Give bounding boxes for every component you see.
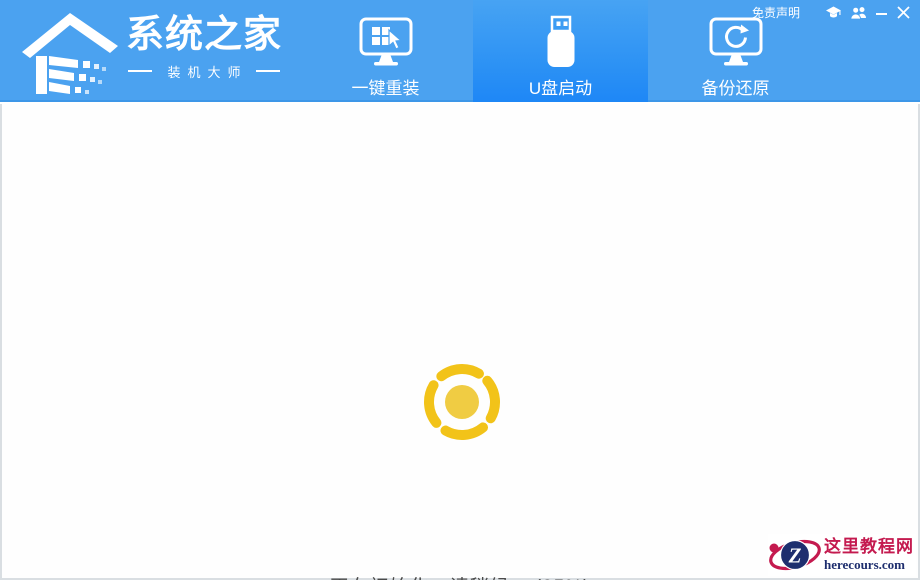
graduation-cap-icon[interactable] — [826, 6, 841, 19]
main-content: 正在初始化，请稍候... (25%) Z 这里教程网 herecours.com — [0, 104, 920, 580]
tab-one-click-reinstall[interactable]: 一键重装 — [298, 0, 473, 102]
header: 系统之家 装机大师 — [0, 0, 920, 102]
app-logo: 系统之家 装机大师 — [20, 6, 282, 98]
watermark-logo-icon: Z — [768, 534, 822, 576]
monitor-restore-icon — [708, 14, 764, 69]
logo-subtitle: 装机大师 — [160, 62, 247, 81]
monitor-windows-icon — [358, 14, 414, 69]
tab-label: 一键重装 — [352, 74, 420, 99]
watermark-text: 这里教程网 herecours.com — [824, 537, 914, 573]
tab-label: 备份还原 — [702, 74, 770, 99]
app-window: 系统之家 装机大师 — [0, 0, 920, 580]
house-logo-icon — [20, 6, 122, 98]
watermark-letter: Z — [788, 544, 802, 568]
topbar-icons — [826, 6, 910, 19]
dash-right — [256, 70, 280, 72]
dash-left — [128, 70, 152, 72]
tab-usb-boot[interactable]: U盘启动 — [473, 0, 648, 102]
logo-title: 系统之家 — [126, 14, 282, 58]
tab-label: U盘启动 — [529, 74, 592, 99]
watermark: Z 这里教程网 herecours.com — [768, 534, 916, 576]
main-tabs: 一键重装 U盘启动 — [298, 0, 823, 102]
topbar: 免责声明 — [752, 4, 910, 20]
loading-spinner-icon — [420, 360, 504, 444]
watermark-site-url: herecours.com — [824, 557, 914, 573]
usb-drive-icon — [539, 14, 583, 69]
users-icon[interactable] — [850, 6, 867, 19]
minimize-icon[interactable] — [876, 6, 888, 18]
close-icon[interactable] — [897, 6, 910, 19]
logo-text: 系统之家 装机大师 — [126, 14, 282, 81]
watermark-site-name: 这里教程网 — [824, 537, 914, 557]
disclaimer-link[interactable]: 免责声明 — [752, 4, 800, 21]
logo-subtitle-row: 装机大师 — [126, 62, 282, 81]
